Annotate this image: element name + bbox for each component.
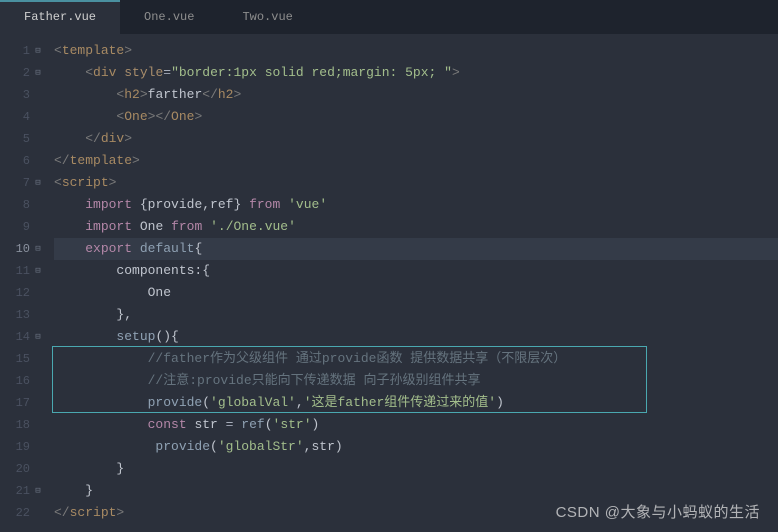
gutter-row[interactable]: 12 (0, 282, 48, 304)
fold-icon[interactable]: ⊟ (32, 40, 44, 62)
line-number: 9 (23, 216, 30, 238)
line-number: 10 (16, 238, 30, 260)
gutter-row[interactable]: 2⊟ (0, 62, 48, 84)
code-line: export default{ (54, 238, 778, 260)
gutter-row[interactable]: 13 (0, 304, 48, 326)
gutter-row[interactable]: 8 (0, 194, 48, 216)
gutter: 1⊟ 2⊟ 3 4 5 6 7⊟ 8 9 10⊟ 11⊟ 12 13 14⊟ 1… (0, 34, 48, 532)
code-line: </template> (54, 150, 778, 172)
line-number: 7 (23, 172, 30, 194)
fold-icon[interactable]: ⊟ (32, 260, 44, 282)
fold-icon[interactable]: ⊟ (32, 238, 44, 260)
tab-father-vue[interactable]: Father.vue (0, 0, 120, 34)
gutter-row[interactable]: 18 (0, 414, 48, 436)
line-number: 18 (16, 414, 30, 436)
code-line: } (54, 458, 778, 480)
watermark: CSDN @大象与小蚂蚁的生活 (556, 501, 760, 522)
code-line: import {provide,ref} from 'vue' (54, 194, 778, 216)
line-number: 1 (23, 40, 30, 62)
tab-label: Father.vue (24, 10, 96, 24)
line-number: 11 (16, 260, 30, 282)
tab-two-vue[interactable]: Two.vue (218, 0, 316, 34)
gutter-row[interactable]: 9 (0, 216, 48, 238)
code-line: import One from './One.vue' (54, 216, 778, 238)
editor: 1⊟ 2⊟ 3 4 5 6 7⊟ 8 9 10⊟ 11⊟ 12 13 14⊟ 1… (0, 34, 778, 532)
gutter-row[interactable]: 20 (0, 458, 48, 480)
gutter-row[interactable]: 14⊟ (0, 326, 48, 348)
code-line: <h2>farther</h2> (54, 84, 778, 106)
code-line: const str = ref('str') (54, 414, 778, 436)
code-line: One (54, 282, 778, 304)
line-number: 20 (16, 458, 30, 480)
gutter-row[interactable]: 3 (0, 84, 48, 106)
line-number: 2 (23, 62, 30, 84)
code-line: //注意:provide只能向下传递数据 向子孙级别组件共享 (54, 370, 778, 392)
gutter-row[interactable]: 15 (0, 348, 48, 370)
gutter-row[interactable]: 16 (0, 370, 48, 392)
code-line: <script> (54, 172, 778, 194)
code-line: <template> (54, 40, 778, 62)
line-number: 19 (16, 436, 30, 458)
code-line: setup(){ (54, 326, 778, 348)
gutter-row[interactable]: 6 (0, 150, 48, 172)
line-number: 13 (16, 304, 30, 326)
line-number: 4 (23, 106, 30, 128)
gutter-row[interactable]: 7⊟ (0, 172, 48, 194)
line-number: 22 (16, 502, 30, 524)
gutter-row[interactable]: 4 (0, 106, 48, 128)
gutter-row[interactable]: 17 (0, 392, 48, 414)
code-line: provide('globalStr',str) (54, 436, 778, 458)
gutter-row[interactable]: 21⊟ (0, 480, 48, 502)
fold-icon[interactable]: ⊟ (32, 480, 44, 502)
code-line: //father作为父级组件 通过provide函数 提供数据共享（不限层次） (54, 348, 778, 370)
code-line: }, (54, 304, 778, 326)
line-number: 12 (16, 282, 30, 304)
code-line: components:{ (54, 260, 778, 282)
gutter-row[interactable]: 5 (0, 128, 48, 150)
fold-icon[interactable]: ⊟ (32, 62, 44, 84)
gutter-row[interactable]: 10⊟ (0, 238, 48, 260)
tab-one-vue[interactable]: One.vue (120, 0, 218, 34)
line-number: 8 (23, 194, 30, 216)
tab-bar: Father.vue One.vue Two.vue (0, 0, 778, 34)
gutter-row[interactable]: 22 (0, 502, 48, 524)
fold-icon[interactable]: ⊟ (32, 172, 44, 194)
line-number: 14 (16, 326, 30, 348)
gutter-row[interactable]: 11⊟ (0, 260, 48, 282)
gutter-row[interactable]: 1⊟ (0, 40, 48, 62)
line-number: 3 (23, 84, 30, 106)
line-number: 16 (16, 370, 30, 392)
gutter-row[interactable]: 19 (0, 436, 48, 458)
code-line: } (54, 480, 778, 502)
tab-label: One.vue (144, 10, 194, 24)
code-area[interactable]: <template> <div style="border:1px solid … (48, 34, 778, 532)
fold-icon[interactable]: ⊟ (32, 326, 44, 348)
code-line: provide('globalVal','这是father组件传递过来的值') (54, 392, 778, 414)
code-line: <div style="border:1px solid red;margin:… (54, 62, 778, 84)
line-number: 17 (16, 392, 30, 414)
tab-label: Two.vue (242, 10, 292, 24)
code-line: </div> (54, 128, 778, 150)
line-number: 5 (23, 128, 30, 150)
line-number: 15 (16, 348, 30, 370)
code-line: <One></One> (54, 106, 778, 128)
line-number: 21 (16, 480, 30, 502)
line-number: 6 (23, 150, 30, 172)
